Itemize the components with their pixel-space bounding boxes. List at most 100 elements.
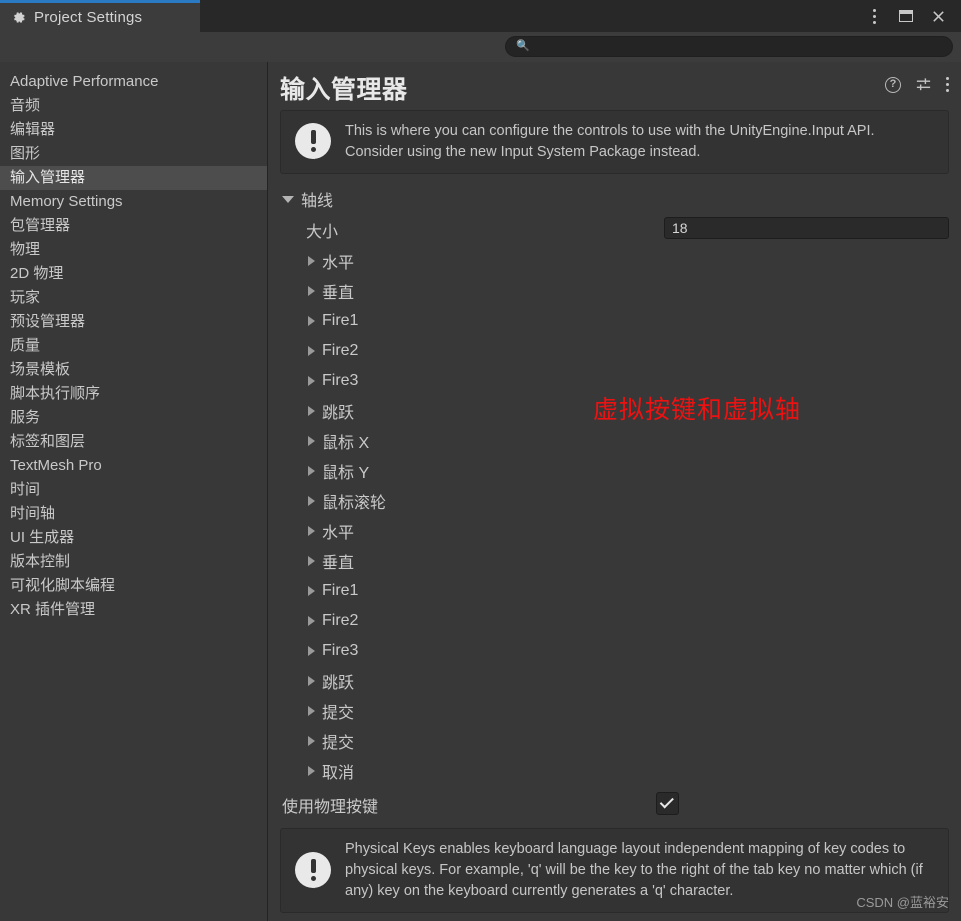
chevron-right-icon[interactable]	[308, 766, 315, 777]
axis-row[interactable]: 水平	[268, 246, 961, 276]
axis-label: 鼠标滚轮	[322, 495, 387, 513]
chevron-right-icon[interactable]	[308, 466, 315, 477]
chevron-right-icon[interactable]	[308, 316, 315, 327]
help-icon[interactable]: ?	[885, 76, 901, 93]
sidebar-item-label: 标签和图层	[10, 433, 86, 450]
axis-label: Fire2	[322, 612, 359, 630]
annotation-text: 虚拟按键和虚拟轴	[593, 396, 802, 425]
sidebar-item[interactable]: 物理	[0, 238, 267, 262]
sidebar-item-label: XR 插件管理	[10, 601, 96, 618]
chevron-right-icon[interactable]	[308, 586, 315, 597]
kebab-menu-icon[interactable]	[865, 7, 883, 25]
axes-group-label: 轴线	[301, 193, 334, 211]
axis-row[interactable]: 水平	[268, 516, 961, 546]
sidebar-item[interactable]: 预设管理器	[0, 310, 267, 334]
axes-group-row[interactable]: 轴线	[268, 184, 961, 214]
sidebar-item[interactable]: 包管理器	[0, 214, 267, 238]
search-icon: 🔍	[516, 40, 530, 52]
chevron-right-icon[interactable]	[308, 376, 315, 387]
axis-row[interactable]: 提交	[268, 726, 961, 756]
chevron-right-icon[interactable]	[308, 406, 315, 417]
sidebar-item[interactable]: 可视化脚本编程	[0, 574, 267, 598]
project-settings-window: Project Settings 🔍 Adaptive Performance 音…	[0, 0, 961, 921]
chevron-right-icon[interactable]	[308, 526, 315, 537]
sidebar-item-label: 编辑器	[10, 121, 56, 138]
watermark: CSDN @蓝裕安	[856, 895, 949, 910]
sidebar-item[interactable]: 玩家	[0, 286, 267, 310]
sidebar-item[interactable]: 脚本执行顺序	[0, 382, 267, 406]
sidebar-item-label: 服务	[10, 409, 41, 426]
sidebar-item[interactable]: TextMesh Pro	[0, 454, 267, 478]
axis-label: Fire3	[322, 372, 359, 390]
tab-project-settings[interactable]: Project Settings	[0, 0, 200, 32]
panel-toolbar: ?	[885, 76, 949, 93]
sidebar-item-label: 输入管理器	[10, 169, 86, 186]
search-input[interactable]	[535, 39, 916, 54]
kebab-menu-icon[interactable]	[946, 77, 949, 92]
axis-row[interactable]: 提交	[268, 696, 961, 726]
sidebar-item[interactable]: 编辑器	[0, 118, 267, 142]
axis-row[interactable]: 垂直	[268, 546, 961, 576]
chevron-right-icon[interactable]	[308, 436, 315, 447]
chevron-right-icon[interactable]	[308, 736, 315, 747]
sidebar-item[interactable]: 质量	[0, 334, 267, 358]
sidebar-item[interactable]: 场景模板	[0, 358, 267, 382]
chevron-right-icon[interactable]	[308, 256, 315, 267]
sidebar-item[interactable]: Memory Settings	[0, 190, 267, 214]
sidebar-item-label: 版本控制	[10, 553, 71, 570]
axis-row[interactable]: Fire1	[268, 306, 961, 336]
axis-row[interactable]: Fire2	[268, 606, 961, 636]
chevron-right-icon[interactable]	[308, 616, 315, 627]
chevron-right-icon[interactable]	[308, 676, 315, 687]
physical-keys-checkbox[interactable]	[656, 792, 679, 816]
axis-row[interactable]: 跳跃	[268, 666, 961, 696]
axis-row[interactable]: 取消	[268, 756, 961, 786]
sidebar-item[interactable]: 输入管理器	[0, 166, 267, 190]
sidebar-item[interactable]: 标签和图层	[0, 430, 267, 454]
sidebar-item-label: 脚本执行顺序	[10, 385, 101, 402]
close-icon[interactable]	[929, 7, 947, 25]
sidebar-item-label: Memory Settings	[10, 193, 123, 210]
sidebar-item[interactable]: 音频	[0, 94, 267, 118]
axis-row[interactable]: 鼠标滚轮	[268, 486, 961, 516]
check-icon	[659, 794, 674, 809]
sidebar-item[interactable]: 时间轴	[0, 502, 267, 526]
sidebar-item-label: 2D 物理	[10, 265, 64, 282]
axis-row[interactable]: Fire3	[268, 636, 961, 666]
axis-row[interactable]: 鼠标 X	[268, 426, 961, 456]
chevron-right-icon[interactable]	[308, 496, 315, 507]
chevron-right-icon[interactable]	[308, 286, 315, 297]
search-field[interactable]: 🔍	[505, 36, 953, 57]
sidebar-item-label: 时间轴	[10, 505, 56, 522]
axis-label: 取消	[322, 765, 355, 783]
sidebar-item[interactable]: 图形	[0, 142, 267, 166]
sidebar-item[interactable]: Adaptive Performance	[0, 70, 267, 94]
sidebar-item[interactable]: 服务	[0, 406, 267, 430]
axes-size-input[interactable]	[664, 217, 949, 240]
axis-row[interactable]: Fire1	[268, 576, 961, 606]
chevron-right-icon[interactable]	[308, 646, 315, 657]
sidebar-item-label: 玩家	[10, 289, 41, 306]
maximize-icon[interactable]	[897, 7, 915, 25]
axis-label: 垂直	[322, 285, 355, 303]
axis-label: Fire1	[322, 582, 359, 600]
sidebar-item[interactable]: XR 插件管理	[0, 598, 267, 622]
axis-row[interactable]: 鼠标 Y	[268, 456, 961, 486]
input-manager-notice: This is where you can configure the cont…	[280, 110, 949, 175]
sidebar-item-label: UI 生成器	[10, 529, 75, 546]
sidebar-item-label: 物理	[10, 241, 41, 258]
sidebar-item[interactable]: 2D 物理	[0, 262, 267, 286]
sidebar-item[interactable]: 时间	[0, 478, 267, 502]
chevron-right-icon[interactable]	[308, 346, 315, 357]
sidebar-item[interactable]: UI 生成器	[0, 526, 267, 550]
chevron-right-icon[interactable]	[308, 706, 315, 717]
chevron-right-icon[interactable]	[308, 556, 315, 567]
axis-row[interactable]: 垂直	[268, 276, 961, 306]
title-bar: Project Settings	[0, 0, 961, 32]
window-body: Adaptive Performance 音频编辑器图形输入管理器 Memory S…	[0, 62, 961, 921]
settings-sliders-icon[interactable]	[915, 76, 932, 93]
axis-label: Fire3	[322, 642, 359, 660]
chevron-down-icon[interactable]	[282, 195, 294, 203]
axis-row[interactable]: Fire2	[268, 336, 961, 366]
sidebar-item[interactable]: 版本控制	[0, 550, 267, 574]
